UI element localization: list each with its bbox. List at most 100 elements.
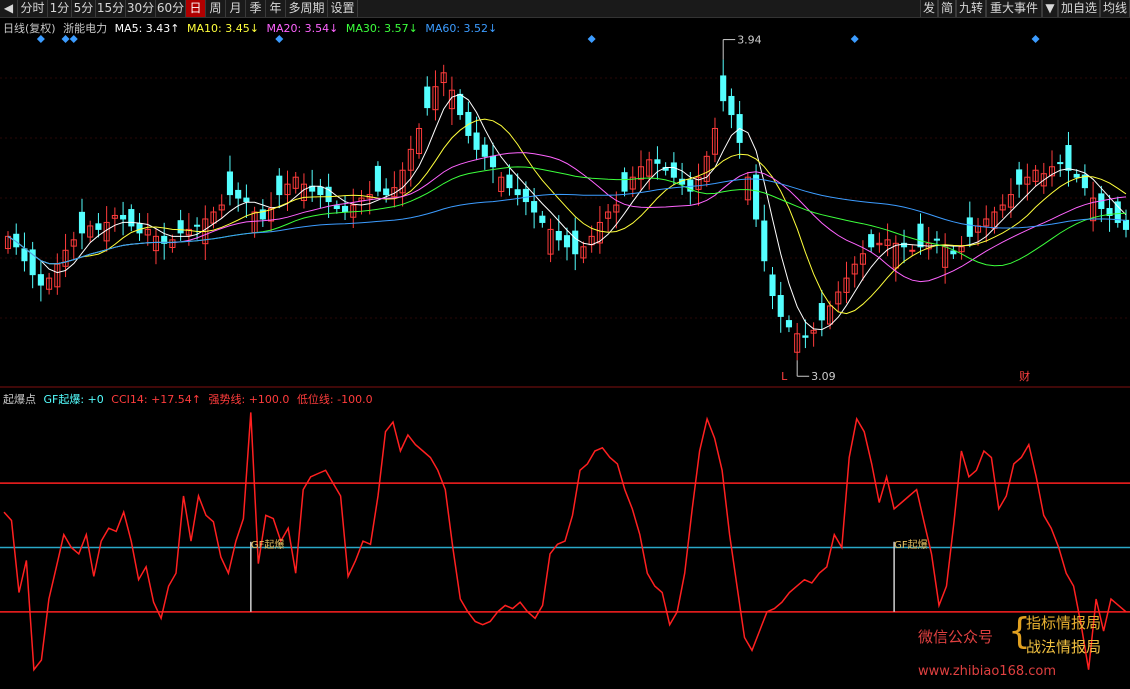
candle-body-33 [276,175,283,196]
toolbar-btn-dropdown[interactable]: ▼ [1042,0,1058,17]
candle-body-91 [753,174,760,220]
watermark-wechat: 微信公众号 [918,628,994,646]
candle-body-23 [194,224,201,227]
candle-body-128 [1057,162,1064,165]
candle-body-94 [777,295,784,317]
candle-body-87 [720,75,727,102]
toolbar-btn-jian[interactable]: 简 [938,0,956,17]
toolbar-btn-back[interactable]: ◀ [0,0,18,17]
high-price-label: 3.94 [737,34,762,47]
ma5-value: MA5: 3.43↑ [114,22,180,35]
candle-body-105 [868,234,875,248]
candle-body-65 [539,215,546,223]
candle-body-14 [120,214,127,220]
candle-body-93 [769,274,776,297]
event-diamond-icon-0 [36,35,45,43]
ma5-line [7,93,1127,331]
stock-name: 浙能电力 [63,22,108,35]
toolbar-btn-jiuzhuan[interactable]: 九转 [956,0,986,17]
watermark-line2: 战法情报局 [1026,638,1102,656]
candle-body-123 [1016,169,1023,185]
low-price-label: 3.09 [811,370,836,383]
candle-body-115 [950,250,957,255]
candle-body-59 [489,155,497,168]
watermark-line1: 指标情报局 [1026,614,1102,632]
event-diamond-icon-3 [275,35,284,43]
candle-body-21 [177,220,184,234]
event-diamond-icon-4 [587,35,596,43]
candle-body-55 [457,93,464,116]
candle-body-130 [1073,173,1080,178]
candle-body-58 [481,144,488,157]
candle-body-99 [818,303,825,321]
candle-body-110 [909,249,916,252]
kline-mode-label: 日线(复权) [3,22,56,35]
candle-body-27 [226,171,234,196]
candle-body-2 [21,248,28,262]
indicator-name: 起爆点 [3,393,36,406]
toolbar-btn-15fen[interactable]: 15分 [96,0,126,17]
candle-body-11 [95,223,102,230]
low-flag-L: L [781,370,788,383]
toolbar-btn-fenshi[interactable]: 分时 [18,0,48,17]
toolbar-btn-duozhouqi[interactable]: 多周期 [286,0,328,17]
toolbar-btn-zhou[interactable]: 周 [206,0,226,17]
ma20-line [7,152,1127,283]
low-line-value: 低位线: -100.0 [296,393,373,406]
toolbar-btn-jiazixuan[interactable]: 加自选 [1058,0,1100,17]
candle-body-67 [555,230,562,241]
period-toolbar: ◀ 分时 1分 5分 15分 30分 60分日周月季年多周期 设置 均线 加自选 ▼ 重大事件 九转简发 [0,0,1130,18]
ma10-value: MA10: 3.45↓ [187,22,259,35]
toolbar-btn-ri[interactable]: 日 [186,0,206,17]
candle-body-62 [514,189,521,196]
candle-body-29 [243,197,250,203]
toolbar-btn-junxian[interactable]: 均线 [1100,0,1130,17]
toolbar-btn-fa[interactable]: 发 [920,0,938,17]
candle-body-61 [506,174,513,189]
candle-body-79 [654,159,661,164]
candle-body-40 [333,205,340,210]
event-diamond-icon-6 [1031,35,1040,43]
candle-body-97 [802,335,809,338]
candle-body-111 [917,223,924,248]
watermark-url: www.zhibiao168.com [918,664,1057,679]
toolbar-btn-yue[interactable]: 月 [226,0,246,17]
candle-body-63 [522,188,529,203]
candle-body-15 [128,209,135,227]
gf-signal-label-1: GF起爆 [894,539,928,551]
candle-body-45 [374,165,381,192]
kline-chart[interactable]: 3.94 3.09 L 财 GF起爆 GF起爆 [0,18,1130,689]
toolbar-btn-5fen[interactable]: 5分 [72,0,96,17]
candle-body-51 [424,86,431,109]
strong-line-value: 强势线: +100.0 [208,393,290,406]
ma30-value: MA30: 3.57↓ [345,22,418,35]
toolbar-btn-30fen[interactable]: 30分 [126,0,156,17]
gf-value: GF起爆: +0 [43,393,104,406]
indicator-info-bar: 起爆点 GF起爆: +0 CCI14: +17.54↑ 强势线: +100.0 … [3,391,373,407]
toolbar-btn-60fen[interactable]: 60分 [156,0,186,17]
candle-body-117 [966,217,973,237]
event-diamond-icon-1 [61,35,70,43]
event-marker-cai: 财 [1019,369,1030,383]
candle-body-92 [761,220,768,262]
candle-body-28 [235,189,242,199]
candle-body-57 [473,132,480,150]
candle-body-75 [621,172,628,192]
gf-signal-label-0: GF起爆 [251,539,285,551]
toolbar-btn-nian[interactable]: 年 [266,0,286,17]
candle-body-38 [317,186,324,196]
cci-value: CCI14: +17.54↑ [111,393,202,406]
event-diamond-icon-2 [69,35,78,43]
candle-body-9 [78,211,86,234]
candle-body-136 [1122,219,1130,230]
candle-body-129 [1065,145,1072,171]
ma60-value: MA60: 3.52↓ [425,22,498,35]
candle-body-64 [531,201,538,213]
toolbar-btn-zhongdashijian[interactable]: 重大事件 [986,0,1042,17]
toolbar-btn-ji[interactable]: 季 [246,0,266,17]
toolbar-btn-1fen[interactable]: 1分 [48,0,72,17]
toolbar-btn-shezhi[interactable]: 设置 [328,0,358,17]
main-info-bar: 日线(复权) 浙能电力 MA5: 3.43↑ MA10: 3.45↓ MA20:… [3,20,497,36]
candle-body-46 [383,188,390,196]
candle-body-88 [728,95,735,116]
